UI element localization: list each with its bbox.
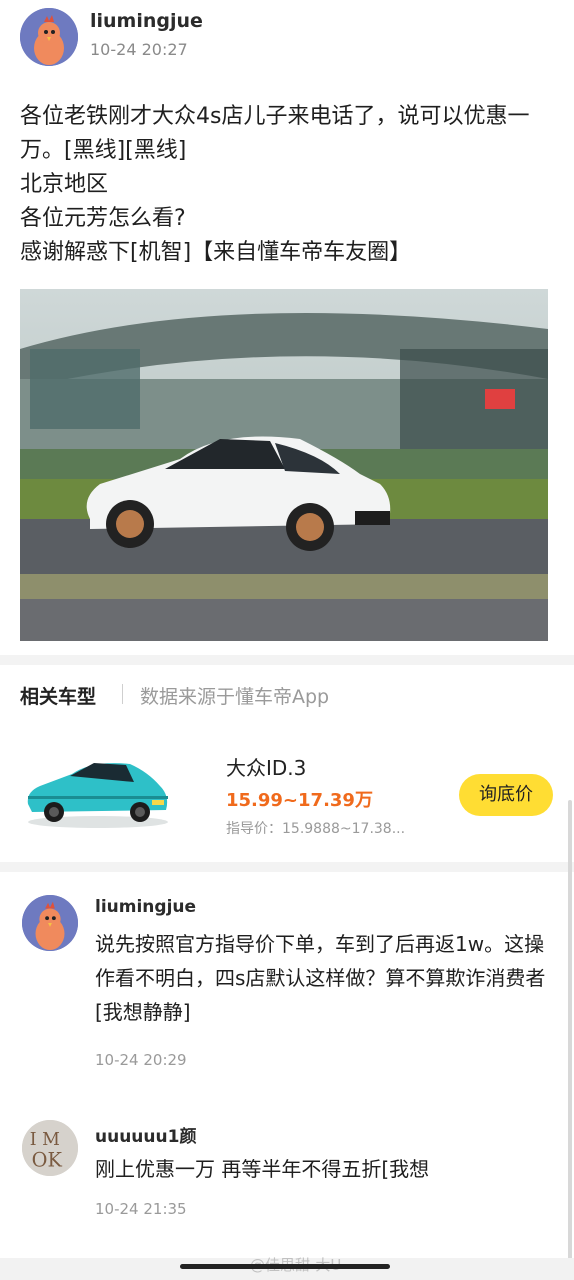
- post-header: liumingjue 10-24 20:27: [20, 8, 560, 68]
- title-separator: [122, 684, 123, 704]
- comment-text: 说先按照官方指导价下单，车到了后再返1w。这操作看不明白，四s店默认这样做？算不…: [95, 932, 546, 1024]
- home-indicator[interactable]: [180, 1264, 390, 1269]
- car-thumbnail-image: [27, 763, 168, 828]
- comment-avatar[interactable]: [22, 895, 78, 951]
- rooster-avatar-icon: [22, 895, 78, 951]
- related-models-title: 相关车型: [20, 686, 97, 708]
- related-models-source: 数据来源于懂车帝App: [140, 686, 330, 708]
- comment-item: I M OK uuuuuu1颜 刚上优惠一万 再等半年不得五折[我想 10-24…: [22, 1120, 554, 1220]
- comment-avatar[interactable]: I M OK: [22, 1120, 78, 1176]
- scrollbar[interactable]: [568, 800, 572, 1260]
- car-thumbnail[interactable]: [22, 752, 174, 830]
- post-time: 10-24 20:27: [90, 40, 188, 59]
- comment-username[interactable]: liumingjue: [95, 897, 196, 917]
- car-price-range: 15.99~17.39万: [226, 790, 373, 811]
- car-guide-price: 指导价：15.9888~17.38...: [226, 821, 406, 837]
- rooster-avatar-icon: [20, 8, 78, 66]
- user-avatar[interactable]: [20, 8, 78, 66]
- post-line: 感谢解惑下[机智]【来自懂车帝车友圈】: [20, 240, 412, 265]
- comment-text: 刚上优惠一万 再等半年不得五折[我想: [95, 1157, 430, 1181]
- comment-username[interactable]: uuuuuu1颜: [95, 1122, 196, 1147]
- post-line: 各位元芳怎么看?: [20, 206, 186, 231]
- inquire-price-button[interactable]: 询底价: [459, 774, 553, 816]
- car-model-name[interactable]: 大众ID.3: [226, 752, 306, 781]
- svg-text:I M: I M: [30, 1130, 60, 1150]
- post-line: 各位老铁刚才大众4s店儿子来电话了，说可以优惠一万。[黑线][黑线]: [20, 104, 530, 163]
- post-image[interactable]: [20, 289, 548, 641]
- section-divider: [0, 862, 574, 872]
- post-line: 北京地区: [20, 172, 109, 197]
- comment-time: 10-24 21:35: [95, 1200, 187, 1218]
- svg-text:OK: OK: [32, 1148, 63, 1171]
- post-body: 各位老铁刚才大众4s店儿子来电话了，说可以优惠一万。[黑线][黑线] 北京地区 …: [20, 100, 555, 270]
- post-username[interactable]: liumingjue: [90, 10, 203, 32]
- comment-item: liumingjue 说先按照官方指导价下单，车到了后再返1w。这操作看不明白，…: [22, 895, 554, 1075]
- im-ok-avatar-icon: I M OK: [22, 1120, 78, 1176]
- section-divider: [0, 655, 574, 665]
- comment-time: 10-24 20:29: [95, 1051, 187, 1069]
- car-photo-image: [20, 289, 548, 641]
